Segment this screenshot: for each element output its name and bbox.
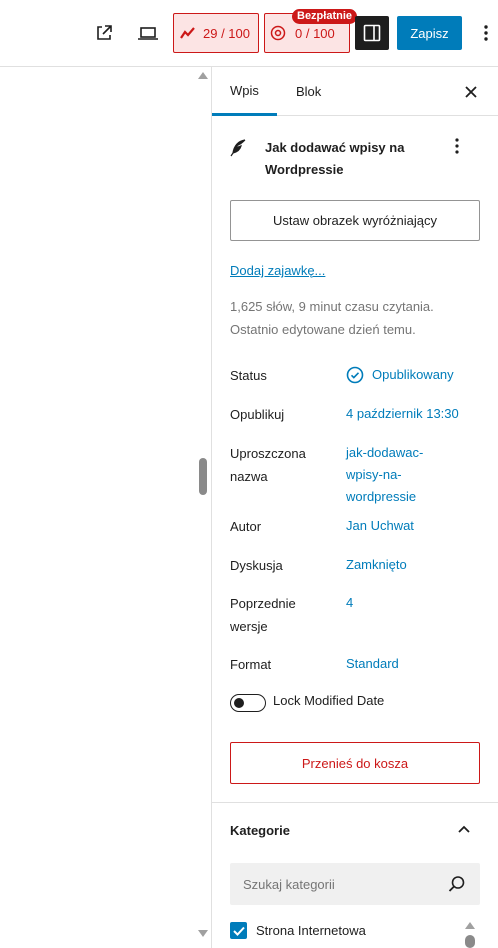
free-badge: Bezpłatnie — [292, 9, 358, 24]
seo-chart-icon — [180, 27, 195, 39]
format-value[interactable]: Standard — [346, 653, 486, 675]
checkmark-icon — [232, 926, 245, 936]
chevron-up-icon[interactable] — [457, 822, 471, 839]
slug-label: Uproszczona nazwa — [230, 446, 306, 484]
canvas-scrollbar-thumb[interactable] — [199, 458, 207, 495]
category-label: Strona Internetowa — [256, 923, 366, 938]
publish-date-value[interactable]: 4 październik 13:30 — [346, 403, 486, 425]
move-to-trash-button[interactable]: Przenieś do kosza — [230, 742, 480, 784]
discussion-value[interactable]: Zamknięto — [346, 554, 486, 576]
tab-block[interactable]: Blok — [278, 67, 339, 116]
lock-modified-date-toggle[interactable] — [230, 694, 266, 712]
save-button[interactable]: Zapisz — [397, 16, 462, 50]
slug-text: wordpressie — [346, 489, 417, 504]
category-checkbox[interactable] — [230, 922, 247, 939]
toggle-knob — [234, 698, 244, 708]
discussion-label: Dyskusja — [230, 558, 283, 573]
format-label: Format — [230, 657, 272, 672]
revisions-value[interactable]: 4 — [346, 592, 486, 614]
last-edited-text: Ostatnio edytowane dzień temu. — [230, 322, 416, 337]
feather-pen-icon — [230, 139, 246, 160]
desktop-preview-icon[interactable] — [133, 18, 163, 48]
add-excerpt-link[interactable]: Dodaj zajawkę... — [230, 263, 325, 278]
set-featured-image-button[interactable]: Ustaw obrazek wyróżniający — [230, 200, 480, 241]
post-title: Jak dodawać wpisy na Wordpressie — [265, 140, 405, 177]
word-count-text: 1,625 słów, 9 minut czasu czytania. — [230, 299, 434, 314]
seo-score-button[interactable]: 29 / 100 — [173, 13, 259, 53]
check-circle-icon — [346, 366, 364, 384]
close-icon[interactable] — [460, 81, 482, 103]
author-label: Autor — [230, 519, 262, 534]
search-icon — [448, 875, 466, 896]
readability-score-value: 0 / 100 — [295, 25, 335, 41]
revisions-label: Poprzednie wersje — [230, 596, 296, 634]
canvas-scroll-down-arrow[interactable] — [198, 930, 208, 937]
post-meta-info: 1,625 słów, 9 minut czasu czytania. Osta… — [230, 295, 490, 341]
sidebar-panel-icon — [363, 24, 381, 42]
slug-value[interactable]: jak-dodawac- wpisy-na- wordpressie — [346, 442, 446, 508]
readability-at-icon — [270, 25, 286, 41]
category-list-scrollbar-thumb[interactable] — [465, 935, 475, 948]
tab-post[interactable]: Wpis — [212, 67, 277, 116]
canvas-scroll-up-arrow[interactable] — [198, 72, 208, 79]
category-search — [230, 863, 480, 905]
settings-sidebar: Wpis Blok Jak dodawać wpisy na Wordpress… — [211, 67, 498, 948]
external-link-icon[interactable] — [89, 18, 119, 48]
category-search-input[interactable] — [230, 863, 440, 905]
sidebar-tabs: Wpis Blok — [212, 67, 498, 116]
category-list-scroll-up-arrow[interactable] — [465, 922, 475, 929]
post-actions-icon[interactable] — [455, 137, 459, 158]
editor-header: 29 / 100 0 / 100 Bezpłatnie Zapisz — [0, 0, 498, 67]
status-value[interactable]: Opublikowany — [346, 364, 486, 386]
seo-score-value: 29 / 100 — [203, 25, 250, 41]
author-value[interactable]: Jan Uchwat — [346, 515, 486, 537]
divider — [212, 802, 498, 803]
more-options-icon[interactable] — [475, 18, 497, 48]
settings-sidebar-toggle[interactable] — [355, 16, 389, 50]
status-value-text: Opublikowany — [372, 367, 454, 382]
slug-text: jak-dodawac- — [346, 445, 424, 460]
categories-panel-title[interactable]: Kategorie — [230, 823, 290, 838]
lock-modified-date-label: Lock Modified Date — [273, 693, 385, 708]
slug-text: wpisy-na- — [346, 467, 402, 482]
status-label: Status — [230, 368, 267, 383]
editor-canvas[interactable] — [0, 67, 211, 948]
publish-label: Opublikuj — [230, 407, 285, 422]
